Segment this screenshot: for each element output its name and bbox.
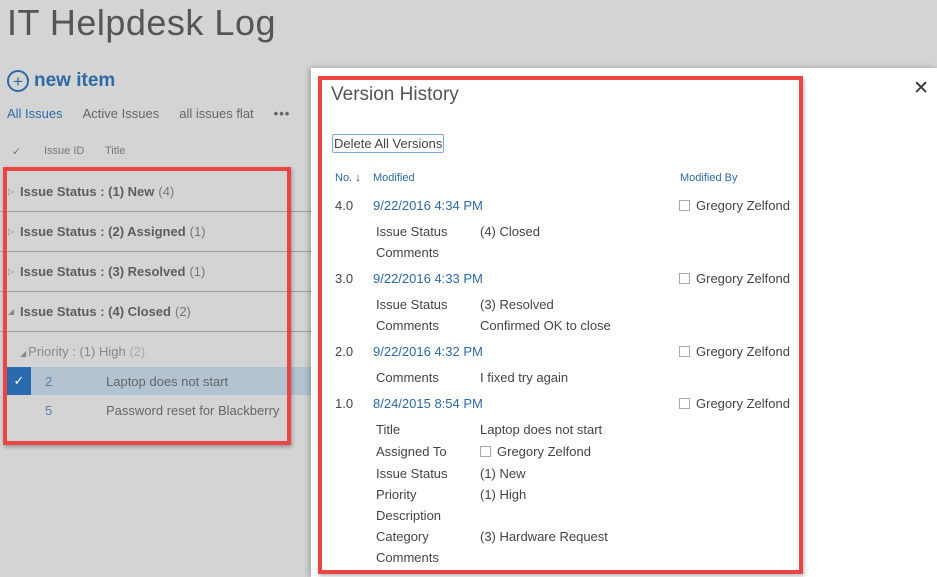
user-presence-icon (679, 200, 690, 211)
user-name: Gregory Zelfond (497, 444, 591, 459)
version-number: 3.0 (335, 271, 354, 286)
user-presence-icon (679, 398, 690, 409)
row-issue-id: 5 (45, 402, 53, 418)
version-date-link[interactable]: 9/22/2016 4:33 PM (373, 271, 483, 286)
field-name: Comments (376, 550, 439, 565)
field-name: Issue Status (376, 224, 448, 239)
field-value[interactable]: Gregory Zelfond (480, 444, 591, 459)
field-value: (1) New (480, 466, 526, 481)
field-name: Issue Status (376, 297, 448, 312)
version-modified-by[interactable]: Gregory Zelfond (679, 271, 790, 286)
field-value: Laptop does not start (480, 422, 603, 437)
column-modified[interactable]: Modified (373, 172, 415, 184)
table-row[interactable]: ✓ 2 Laptop does not start (7, 367, 315, 395)
field-value: (1) High (480, 487, 527, 502)
subgroup-count: (2) (129, 344, 146, 359)
sort-down-icon: ↓ (355, 172, 361, 184)
group-header-closed[interactable]: ◢ Issue Status : (4) Closed (2) (0, 292, 315, 332)
field-name: Description (376, 508, 442, 523)
field-name: Comments (376, 318, 439, 333)
column-no-label: No. (335, 172, 353, 184)
column-headers: ✓ Issue ID Title (12, 145, 125, 158)
user-name: Gregory Zelfond (696, 271, 790, 286)
view-tabs: All Issues Active Issues all issues flat… (7, 106, 290, 121)
field-name: Comments (376, 245, 439, 260)
group-label: Issue Status : (20, 224, 109, 239)
group-header-resolved[interactable]: ▷ Issue Status : (3) Resolved (1) (0, 252, 315, 292)
row-check-icon[interactable] (7, 396, 31, 424)
version-number: 1.0 (335, 396, 354, 411)
group-value: (4) Closed (108, 304, 171, 319)
expand-icon: ▷ (8, 267, 15, 276)
column-modified-by[interactable]: Modified By (680, 172, 737, 184)
version-date-link[interactable]: 9/22/2016 4:32 PM (373, 344, 483, 359)
user-name: Gregory Zelfond (696, 344, 790, 359)
group-value: (2) Assigned (108, 224, 186, 239)
group-count: (1) (189, 224, 206, 239)
group-value: (3) Resolved (108, 264, 186, 279)
field-name: Issue Status (376, 466, 448, 481)
group-header-new[interactable]: ▷ Issue Status : (1) New (4) (0, 172, 315, 212)
user-presence-icon (679, 273, 690, 284)
group-label: Issue Status : (20, 264, 109, 279)
column-issue-id[interactable]: Issue ID (44, 145, 105, 158)
new-item-label: new item (34, 70, 116, 91)
version-modified-by[interactable]: Gregory Zelfond (679, 396, 790, 411)
row-check-icon[interactable]: ✓ (7, 367, 31, 395)
version-history-dialog: ✕ Version History Delete All Versions No… (311, 68, 937, 577)
table-row[interactable]: 5 Password reset for Blackberry (7, 396, 315, 424)
row-issue-id: 2 (45, 373, 53, 389)
field-name: Title (376, 422, 401, 437)
group-count: (4) (158, 184, 175, 199)
group-value: (1) New (108, 184, 155, 199)
field-value: Confirmed OK to close (480, 318, 611, 333)
group-list: ▷ Issue Status : (1) New (4) ▷ Issue Sta… (0, 172, 315, 332)
field-value: (4) Closed (480, 224, 540, 239)
version-date-link[interactable]: 8/24/2015 8:54 PM (373, 396, 483, 411)
view-tab-all-issues[interactable]: All Issues (7, 106, 63, 121)
collapse-icon: ◢ (20, 349, 27, 358)
version-date-link[interactable]: 9/22/2016 4:34 PM (373, 198, 483, 213)
field-value: (3) Hardware Request (480, 529, 608, 544)
dialog-title: Version History (331, 84, 459, 105)
field-value: (3) Resolved (480, 297, 554, 312)
column-title[interactable]: Title (105, 145, 125, 158)
delete-all-versions-button[interactable]: Delete All Versions (332, 134, 445, 153)
group-label: Issue Status : (20, 184, 109, 199)
more-views-icon[interactable]: ••• (274, 106, 291, 121)
field-value: I fixed try again (480, 370, 569, 385)
subgroup-header-priority[interactable]: ◢ Priority : (1) High (2) (20, 344, 145, 359)
row-title[interactable]: Password reset for Blackberry (106, 403, 279, 418)
expand-icon: ▷ (8, 227, 15, 236)
select-all-check-icon[interactable]: ✓ (12, 145, 44, 158)
group-count: (1) (189, 264, 206, 279)
column-no[interactable]: No. ↓ (335, 172, 361, 184)
version-number: 4.0 (335, 198, 354, 213)
expand-icon: ▷ (8, 187, 15, 196)
version-modified-by[interactable]: Gregory Zelfond (679, 344, 790, 359)
close-icon[interactable]: ✕ (913, 77, 929, 100)
group-count: (2) (174, 304, 191, 319)
group-header-assigned[interactable]: ▷ Issue Status : (2) Assigned (1) (0, 212, 315, 252)
new-item-button[interactable]: + new item (7, 70, 115, 92)
version-number: 2.0 (335, 344, 354, 359)
row-title[interactable]: Laptop does not start (106, 374, 228, 389)
user-name: Gregory Zelfond (696, 198, 790, 213)
subgroup-label: Priority : (1) High (28, 344, 126, 359)
plus-circle-icon: + (7, 70, 29, 92)
field-name: Category (376, 529, 429, 544)
field-name: Assigned To (376, 444, 447, 459)
collapse-icon: ◢ (8, 307, 15, 316)
page-title: IT Helpdesk Log (7, 2, 276, 43)
view-tab-all-issues-flat[interactable]: all issues flat (179, 106, 253, 121)
field-name: Priority (376, 487, 417, 502)
user-presence-icon (480, 446, 491, 457)
user-presence-icon (679, 346, 690, 357)
user-name: Gregory Zelfond (696, 396, 790, 411)
view-tab-active-issues[interactable]: Active Issues (83, 106, 160, 121)
field-name: Comments (376, 370, 439, 385)
group-label: Issue Status : (20, 304, 109, 319)
version-modified-by[interactable]: Gregory Zelfond (679, 198, 790, 213)
